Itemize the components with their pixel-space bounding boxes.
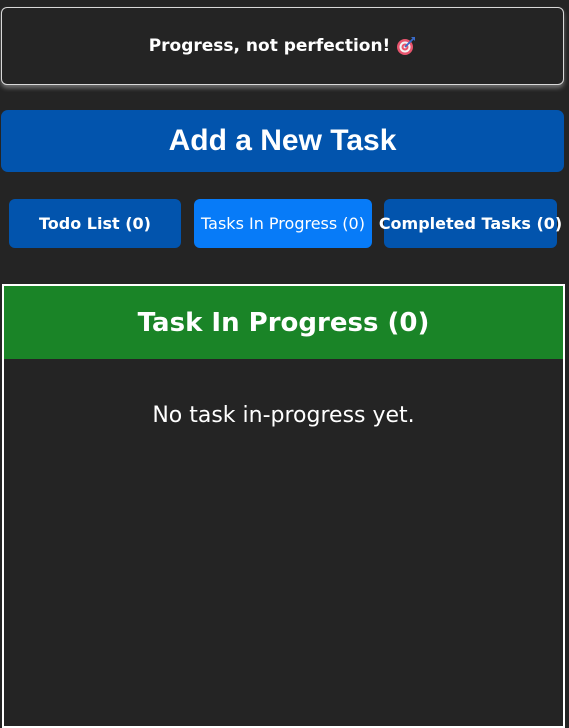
add-task-button[interactable]: Add a New Task (1, 110, 564, 172)
in-progress-panel: Task In Progress (0) No task in-progress… (2, 284, 565, 728)
panel-title: Task In Progress (0) (4, 286, 563, 359)
empty-state-message: No task in-progress yet. (152, 403, 415, 428)
target-icon (396, 36, 416, 56)
tab-tasks-in-progress[interactable]: Tasks In Progress (0) (194, 199, 372, 248)
tab-completed-tasks[interactable]: Completed Tasks (0) (379, 199, 562, 248)
motivation-banner: Progress, not perfection! (1, 7, 564, 85)
banner-message: Progress, not perfection! (148, 36, 391, 56)
tab-todo-list[interactable]: Todo List (0) (9, 199, 181, 248)
